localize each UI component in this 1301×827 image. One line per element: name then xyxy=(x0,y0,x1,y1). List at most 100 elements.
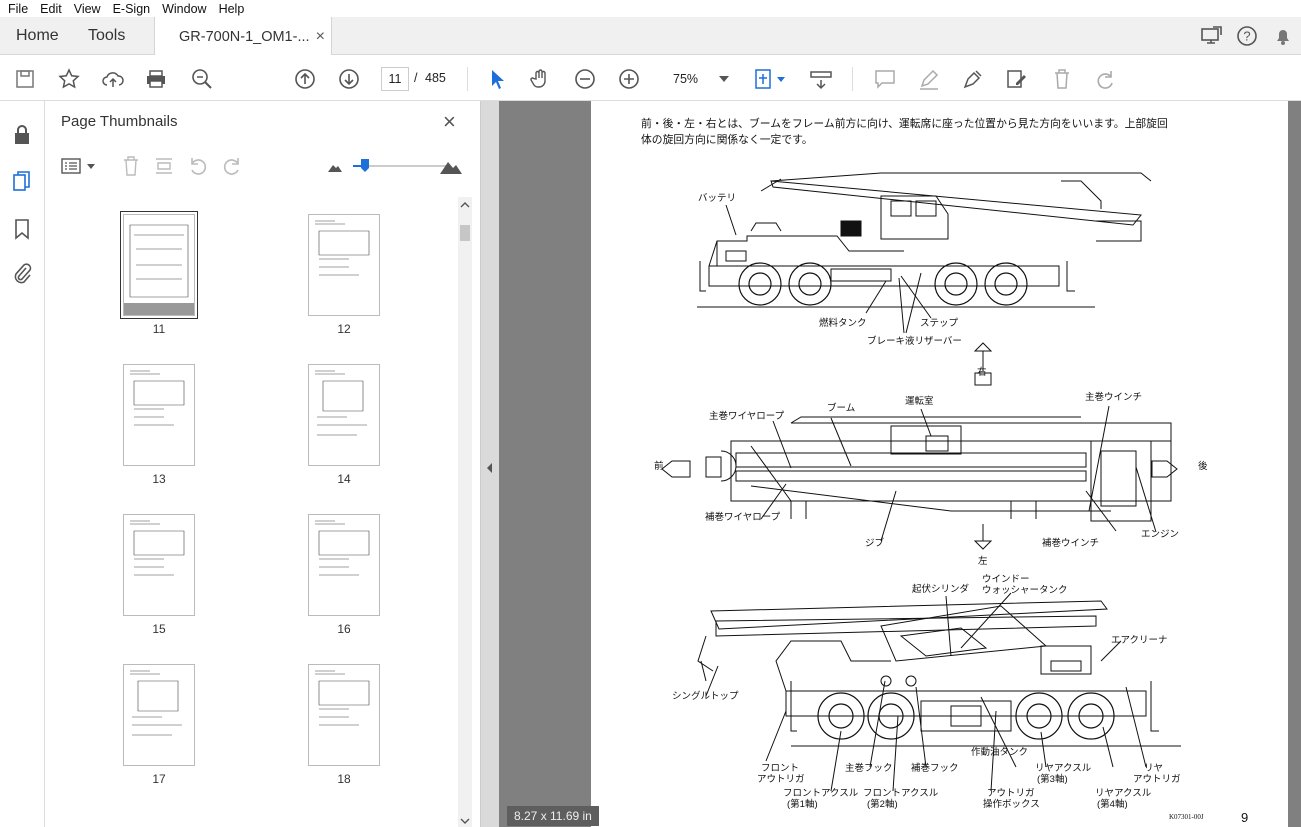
svg-text:?: ? xyxy=(1243,29,1250,44)
lock-icon[interactable] xyxy=(10,123,34,147)
thumbnail-page-number: 17 xyxy=(152,772,166,786)
label-cab: 運転室 xyxy=(905,396,934,407)
tab-home[interactable]: Home xyxy=(16,17,59,55)
rotate-right-icon[interactable] xyxy=(221,153,243,179)
thumbnail-page-number: 18 xyxy=(337,772,351,786)
hand-tool-icon[interactable] xyxy=(527,66,553,92)
bookmark-star-icon[interactable] xyxy=(56,66,82,92)
page-thumbnail[interactable] xyxy=(308,364,380,466)
zoom-in-icon[interactable] xyxy=(616,66,642,92)
tab-document-title: GR-700N-1_OM1-... xyxy=(179,28,310,45)
label-outrigger-box-2: 操作ボックス xyxy=(983,799,1040,810)
redo-icon[interactable] xyxy=(1092,66,1118,92)
label-rear: 後 xyxy=(1198,461,1208,472)
menu-window[interactable]: Window xyxy=(162,2,206,16)
menu-esign[interactable]: E-Sign xyxy=(113,2,151,16)
upload-cloud-icon[interactable] xyxy=(100,66,126,92)
rotate-left-icon[interactable] xyxy=(187,153,209,179)
label-rear-axle-4-2: (第4軸) xyxy=(1097,799,1128,810)
thumbnail-page-number: 16 xyxy=(337,622,351,636)
previous-page-icon[interactable] xyxy=(292,66,318,92)
save-icon[interactable] xyxy=(12,66,38,92)
zoom-out-icon[interactable] xyxy=(572,66,598,92)
sign-pen-icon[interactable] xyxy=(960,66,986,92)
thumbnail-preview xyxy=(315,370,367,436)
left-rail xyxy=(0,101,45,827)
print-icon[interactable] xyxy=(143,66,169,92)
label-derrick-cylinder: 起伏シリンダ xyxy=(912,584,970,595)
label-front-outrigger-2: アウトリガ xyxy=(757,774,805,785)
page-thumbnail[interactable] xyxy=(123,514,195,616)
label-aux-winch: 補巻ウインチ xyxy=(1042,538,1100,549)
crane-diagram xyxy=(661,172,1181,792)
notification-bell-icon[interactable] xyxy=(1265,26,1301,46)
label-battery: バッテリ xyxy=(698,193,737,204)
thumbnail-scrollbar[interactable] xyxy=(458,197,472,827)
select-cursor-icon[interactable] xyxy=(484,66,510,92)
thumbnail-preview xyxy=(130,520,185,576)
thumbnail-page-number: 13 xyxy=(152,472,166,486)
page-thumbnails-icon[interactable] xyxy=(10,169,34,193)
label-single-top: シングルトップ xyxy=(672,691,739,702)
page-separator: / xyxy=(414,71,418,85)
large-mountain-icon xyxy=(439,153,463,179)
page-thumbnail[interactable] xyxy=(308,514,380,616)
label-engine: エンジン xyxy=(1141,529,1180,540)
label-front-axle-1-2: (第1軸) xyxy=(787,799,818,810)
page-thumbnail[interactable] xyxy=(120,211,198,319)
thumbnail-page-number: 12 xyxy=(337,322,351,336)
share-screen-icon[interactable] xyxy=(1193,26,1229,46)
page-number: 9 xyxy=(1241,810,1249,825)
label-step: ステップ xyxy=(920,318,959,329)
tab-document[interactable]: GR-700N-1_OM1-... × xyxy=(154,17,332,56)
next-page-icon[interactable] xyxy=(336,66,362,92)
thumbnail-page-number: 11 xyxy=(152,322,166,336)
zoom-select[interactable]: 75% xyxy=(663,67,733,91)
page-thumbnail[interactable] xyxy=(308,214,380,316)
extract-pages-icon[interactable] xyxy=(153,153,175,179)
bookmarks-icon[interactable] xyxy=(10,217,34,241)
panel-close-icon[interactable]: × xyxy=(443,109,456,135)
page-thumbnail[interactable] xyxy=(123,364,195,466)
thumbnail-page-number: 15 xyxy=(152,622,166,636)
document-viewer[interactable]: 前・後・左・右とは、ブームをフレーム前方に向け、運転席に座った位置から見た方向を… xyxy=(499,101,1301,827)
tab-tools[interactable]: Tools xyxy=(88,17,125,55)
pdf-page: 前・後・左・右とは、ブームをフレーム前方に向け、運転席に座った位置から見た方向を… xyxy=(591,101,1288,827)
label-fuel-tank: 燃料タンク xyxy=(819,318,867,329)
scroll-mode-icon[interactable] xyxy=(808,66,834,92)
fit-page-icon[interactable] xyxy=(752,66,786,92)
label-air-cleaner: エアクリーナ xyxy=(1111,635,1168,646)
label-main-hook: 主巻フック xyxy=(845,763,893,774)
thumbnail-size-slider[interactable] xyxy=(353,153,447,179)
tab-bar: Home Tools GR-700N-1_OM1-... × ? xyxy=(0,17,1301,56)
label-left: 左 xyxy=(978,556,988,567)
page-thumbnail[interactable] xyxy=(123,664,195,766)
label-hydraulic-tank: 作動油タンク xyxy=(971,747,1029,758)
label-aux-wire-rope: 補巻ワイヤロープ xyxy=(705,512,781,523)
thumbnail-preview xyxy=(315,520,370,576)
find-zoom-icon[interactable] xyxy=(189,66,215,92)
page-size-badge: 8.27 x 11.69 in xyxy=(507,806,599,826)
page-thumbnail[interactable] xyxy=(308,664,380,766)
label-right: 右 xyxy=(977,367,987,378)
delete-icon[interactable] xyxy=(1049,66,1075,92)
attachments-icon[interactable] xyxy=(10,261,34,285)
label-rear-outrigger-2: アウトリガ xyxy=(1133,774,1181,785)
help-icon[interactable]: ? xyxy=(1229,25,1265,47)
comment-icon[interactable] xyxy=(872,66,898,92)
collapse-panel-handle[interactable] xyxy=(481,101,499,827)
menu-help[interactable]: Help xyxy=(219,2,245,16)
delete-pages-icon[interactable] xyxy=(121,153,141,179)
label-main-wire-rope: 主巻ワイヤロープ xyxy=(709,411,785,422)
menu-file[interactable]: File xyxy=(8,2,28,16)
thumbnail-options-icon[interactable] xyxy=(61,153,97,179)
tab-close-icon[interactable]: × xyxy=(316,28,325,46)
thumbnail-preview xyxy=(130,370,185,426)
edit-document-icon[interactable] xyxy=(1004,66,1030,92)
highlight-pen-icon[interactable] xyxy=(916,66,942,92)
page-number-input[interactable]: 11 xyxy=(381,67,409,91)
label-rear-axle-3-2: (第3軸) xyxy=(1037,774,1068,785)
menu-view[interactable]: View xyxy=(74,2,101,16)
label-washer-tank-2: ウォッシャータンク xyxy=(982,585,1068,596)
menu-edit[interactable]: Edit xyxy=(40,2,62,16)
